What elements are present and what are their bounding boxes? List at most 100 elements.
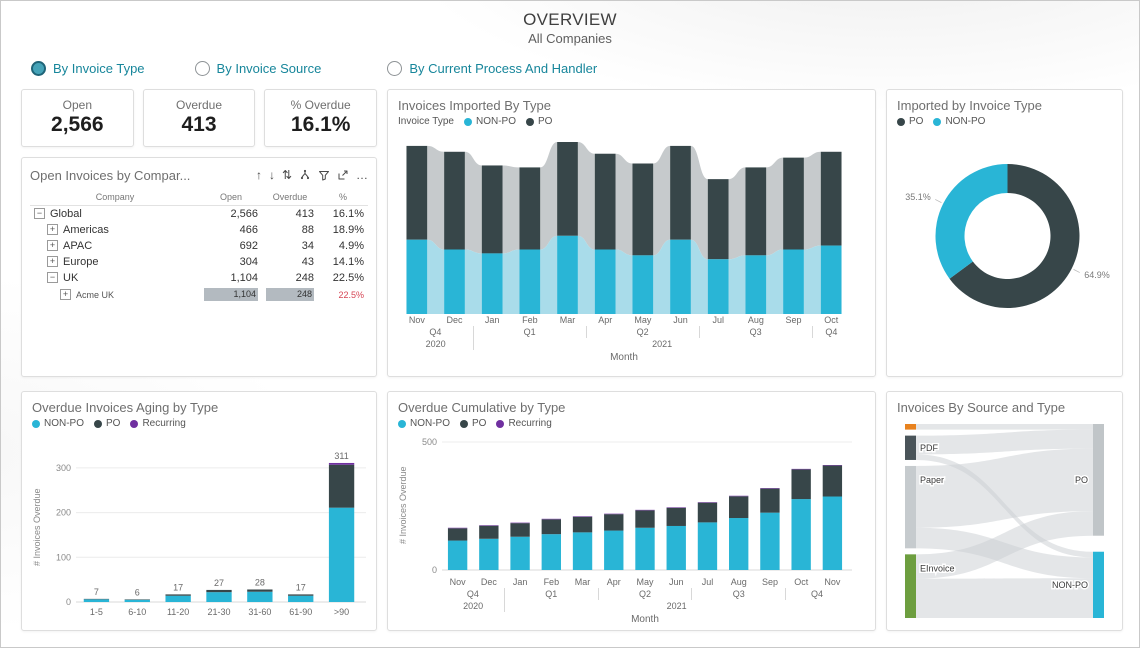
legend-item[interactable]: PO bbox=[94, 418, 120, 429]
quarter-axis: Q4Q1Q2Q3Q4 bbox=[398, 326, 850, 338]
sort-descending-icon[interactable]: ↓ bbox=[269, 169, 275, 181]
svg-text:17: 17 bbox=[173, 582, 183, 592]
invoices-imported-card: Invoices Imported By Type Invoice Type NO… bbox=[387, 89, 876, 377]
month-label: Feb bbox=[511, 314, 549, 326]
table-row[interactable]: +Acme UK1,10424822.5% bbox=[30, 286, 368, 303]
chart-title: Overdue Invoices Aging by Type bbox=[32, 400, 366, 415]
month-label: Nov bbox=[817, 576, 848, 588]
imported-by-type-card: Imported by Invoice Type PONON-PO 64.9%3… bbox=[886, 89, 1123, 377]
legend-item[interactable]: Recurring bbox=[496, 418, 551, 429]
open-invoices-table-card: Open Invoices by Compar... ↑↓⇅… CompanyO… bbox=[21, 157, 377, 377]
month-label: Sep bbox=[775, 314, 813, 326]
x-axis-title: Month bbox=[442, 614, 848, 625]
month-label: Oct bbox=[812, 314, 850, 326]
legend-label: Recurring bbox=[142, 418, 185, 429]
page-header: OVERVIEW All Companies bbox=[1, 10, 1139, 46]
legend-item[interactable]: NON-PO bbox=[32, 418, 84, 429]
overdue-aging-chart[interactable]: 010020030071-566-101711-202721-302831-60… bbox=[46, 434, 366, 620]
table-row[interactable]: −Global2,56641316.1% bbox=[30, 206, 368, 223]
radio-icon[interactable] bbox=[195, 61, 210, 76]
y-axis-title: # Invoices Overdue bbox=[32, 434, 46, 620]
invoices-imported-chart[interactable] bbox=[398, 132, 850, 314]
expand-icon[interactable]: + bbox=[60, 289, 71, 300]
cell-value: 248 bbox=[296, 272, 314, 284]
sort-icon[interactable]: ⇅ bbox=[282, 169, 292, 181]
company-name: Acme UK bbox=[76, 290, 114, 300]
drilldown-icon[interactable] bbox=[299, 169, 311, 181]
kpi-label: Open bbox=[22, 98, 133, 112]
column-header-open[interactable]: Open bbox=[200, 189, 262, 206]
cell-value: 692 bbox=[240, 240, 258, 252]
sort-ascending-icon[interactable]: ↑ bbox=[256, 169, 262, 181]
cell-value: 1,104 bbox=[230, 272, 258, 284]
legend-item[interactable]: PO bbox=[460, 418, 486, 429]
table-row[interactable]: +Europe3044314.1% bbox=[30, 254, 368, 270]
invoices-by-source-sankey[interactable]: PDFPaperEInvoicePONON-PO bbox=[897, 421, 1112, 621]
kpi-label: % Overdue bbox=[265, 98, 376, 112]
svg-text:PO: PO bbox=[1075, 475, 1088, 485]
legend-dot bbox=[130, 420, 138, 428]
kpi-label: Overdue bbox=[144, 98, 255, 112]
radio-icon[interactable] bbox=[387, 61, 402, 76]
cell-value: 18.9% bbox=[333, 224, 364, 236]
table-row[interactable]: −UK1,10424822.5% bbox=[30, 270, 368, 286]
legend-item[interactable]: PO bbox=[526, 116, 552, 127]
chart-title: Invoices Imported By Type bbox=[398, 98, 865, 113]
cell-value: 466 bbox=[240, 224, 258, 236]
cell-value: 22.5% bbox=[333, 272, 364, 284]
quarter-label: Q3 bbox=[691, 588, 785, 600]
kpi-card-pct-overdue: % Overdue 16.1% bbox=[264, 89, 377, 147]
month-label: Apr bbox=[586, 314, 624, 326]
more-options-icon[interactable]: … bbox=[356, 169, 368, 181]
overdue-cumulative-chart[interactable]: 0500 bbox=[412, 434, 854, 576]
collapse-icon[interactable]: − bbox=[34, 208, 45, 219]
legend-item[interactable]: NON-PO bbox=[933, 116, 985, 127]
legend-item[interactable]: Recurring bbox=[130, 418, 185, 429]
expand-icon[interactable]: + bbox=[47, 240, 58, 251]
table-toolbar-icons: ↑ ↓ ⇅ … bbox=[256, 169, 368, 181]
legend-item[interactable]: PO bbox=[897, 116, 923, 127]
svg-text:300: 300 bbox=[56, 463, 71, 473]
quarter-label: Q4 bbox=[812, 326, 850, 338]
radio-option-2[interactable]: By Invoice Source bbox=[195, 61, 322, 76]
legend-item[interactable]: NON-PO bbox=[398, 418, 450, 429]
month-label: May bbox=[629, 576, 660, 588]
imported-by-type-donut[interactable]: 64.9%35.1% bbox=[897, 132, 1114, 344]
legend-item[interactable]: NON-PO bbox=[464, 116, 516, 127]
cell-value: 304 bbox=[240, 256, 258, 268]
month-label: Jan bbox=[504, 576, 535, 588]
kpi-card-overdue: Overdue 413 bbox=[143, 89, 256, 147]
page-subtitle: All Companies bbox=[1, 31, 1139, 46]
dashboard-page: OVERVIEW All Companies By Invoice Type By… bbox=[0, 0, 1140, 648]
svg-text:17: 17 bbox=[296, 582, 306, 592]
year-axis: 20202021 bbox=[398, 338, 850, 350]
radio-option-1[interactable]: By Invoice Type bbox=[31, 61, 145, 76]
svg-text:0: 0 bbox=[432, 565, 437, 575]
column-header-[interactable]: % bbox=[318, 189, 368, 206]
kpi-card-open: Open 2,566 bbox=[21, 89, 134, 147]
filter-icon[interactable] bbox=[318, 169, 330, 181]
quarter-label: Q4 bbox=[442, 588, 504, 600]
company-table: CompanyOpenOverdue% −Global2,56641316.1%… bbox=[30, 189, 368, 303]
year-label: 2020 bbox=[398, 338, 473, 350]
month-label: Mar bbox=[567, 576, 598, 588]
svg-text:31-60: 31-60 bbox=[248, 607, 271, 617]
collapse-icon[interactable]: − bbox=[47, 272, 58, 283]
expand-icon[interactable]: + bbox=[47, 256, 58, 267]
cell-value: 43 bbox=[302, 256, 314, 268]
radio-selected-icon[interactable] bbox=[31, 61, 46, 76]
table-row[interactable]: +Americas4668818.9% bbox=[30, 222, 368, 238]
legend-label: NON-PO bbox=[945, 116, 985, 127]
company-table-header-row: CompanyOpenOverdue% bbox=[30, 189, 368, 206]
svg-text:311: 311 bbox=[334, 451, 348, 461]
table-row[interactable]: +APAC692344.9% bbox=[30, 238, 368, 254]
column-header-overdue[interactable]: Overdue bbox=[262, 189, 318, 206]
column-header-company[interactable]: Company bbox=[30, 189, 200, 206]
chart-row: # Invoices Overdue 0500 bbox=[398, 434, 865, 576]
kpi-value: 16.1% bbox=[265, 113, 376, 137]
month-label: Aug bbox=[737, 314, 775, 326]
expand-icon[interactable]: + bbox=[47, 224, 58, 235]
radio-option-3[interactable]: By Current Process And Handler bbox=[387, 61, 597, 76]
legend-title: Invoice Type bbox=[398, 116, 454, 127]
focus-mode-icon[interactable] bbox=[337, 169, 349, 181]
